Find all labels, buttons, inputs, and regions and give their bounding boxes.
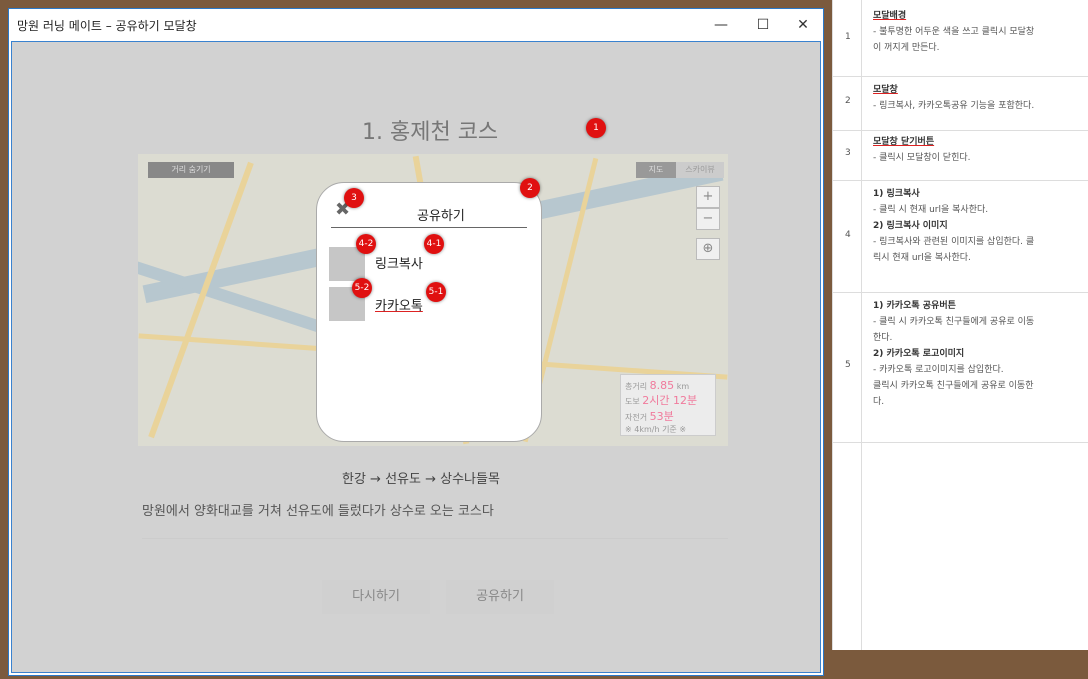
annotation-badge: 4-1 bbox=[424, 234, 444, 254]
row-line: - 링크복사와 관련된 이미지를 삽입한다. 클 bbox=[873, 237, 1035, 247]
row-title: 1) 링크복사 bbox=[873, 189, 920, 199]
minimize-button[interactable]: — bbox=[709, 15, 733, 35]
row-line: - 불투명한 어두운 색을 쓰고 클릭시 모달창 bbox=[873, 27, 1035, 37]
row-title: 1) 카카오톡 공유버튼 bbox=[873, 301, 956, 311]
annotation-badge: 4-2 bbox=[356, 234, 376, 254]
zoom-out-button[interactable]: − bbox=[696, 208, 720, 230]
modal-title: 공유하기 bbox=[417, 209, 465, 224]
row-number: 4 bbox=[845, 230, 851, 240]
row-line: 다. bbox=[873, 397, 885, 407]
map-type-button[interactable]: 지도 bbox=[636, 162, 676, 178]
row-line: 이 꺼지게 만든다. bbox=[873, 43, 940, 53]
row-line: - 클릭 시 카카오톡 친구들에게 공유로 이동 bbox=[873, 317, 1035, 327]
row-number: 1 bbox=[845, 32, 851, 42]
annotation-badge: 1 bbox=[586, 118, 606, 138]
maximize-button[interactable]: ☐ bbox=[751, 15, 775, 35]
hide-distance-button[interactable]: 거리 숨기기 bbox=[148, 162, 234, 178]
walk-label: 도보 bbox=[625, 397, 640, 406]
course-description: 망원에서 양화대교를 거쳐 선유도에 들렀다가 상수로 오는 코스다 bbox=[142, 504, 494, 519]
share-button[interactable]: 공유하기 bbox=[446, 580, 554, 614]
row-line: - 링크복사, 카카오톡공유 기능을 포함한다. bbox=[873, 101, 1035, 111]
distance-stats: 총거리 8.85 km 도보 2시간 12분 자전거 53분 ※ 4km/h 기… bbox=[620, 374, 716, 436]
stats-note: ※ 4km/h 기준 ※ bbox=[625, 425, 687, 434]
row-line: 클릭시 카카오톡 친구들에게 공유로 이동한 bbox=[873, 381, 1034, 391]
annotation-panel: 1 모달배경 - 불투명한 어두운 색을 쓰고 클릭시 모달창 이 꺼지게 만든… bbox=[832, 0, 1088, 650]
row-number: 5 bbox=[845, 360, 851, 370]
page-area: 1. 홍제천 코스 거리 숨기기 지도 스카이뷰 + − ⊕ 총거리 8.85 … bbox=[11, 41, 821, 673]
panel-row: 1 모달배경 - 불투명한 어두운 색을 쓰고 클릭시 모달창 이 꺼지게 만든… bbox=[833, 0, 1088, 77]
walk-value: 2시간 12분 bbox=[642, 394, 698, 407]
modal-divider bbox=[331, 227, 527, 228]
row-title: 2) 링크복사 이미지 bbox=[873, 221, 948, 231]
app-window: 망원 러닝 메이트 – 공유하기 모달창 — ☐ ✕ 1. 홍제천 코스 거리 … bbox=[8, 8, 824, 676]
panel-row: 2 모달창 - 링크복사, 카카오톡공유 기능을 포함한다. bbox=[833, 76, 1088, 131]
row-number: 3 bbox=[845, 148, 851, 158]
link-copy-button[interactable]: 링크복사 bbox=[375, 253, 423, 272]
zoom-in-button[interactable]: + bbox=[696, 186, 720, 208]
panel-row: 4 1) 링크복사 - 클릭 시 현재 url을 복사한다. 2) 링크복사 이… bbox=[833, 180, 1088, 293]
row-title: 모달배경 bbox=[873, 11, 907, 21]
title-bar: 망원 러닝 메이트 – 공유하기 모달창 — ☐ ✕ bbox=[9, 9, 823, 41]
course-title: 1. 홍제천 코스 bbox=[362, 120, 499, 145]
row-line: 릭시 현재 url을 복사한다. bbox=[873, 253, 971, 263]
bike-label: 자전거 bbox=[625, 413, 648, 422]
retry-button[interactable]: 다시하기 bbox=[322, 580, 430, 614]
locate-button[interactable]: ⊕ bbox=[696, 238, 720, 260]
annotation-badge: 2 bbox=[520, 178, 540, 198]
modal-background[interactable]: 1. 홍제천 코스 거리 숨기기 지도 스카이뷰 + − ⊕ 총거리 8.85 … bbox=[12, 42, 820, 672]
divider bbox=[142, 538, 728, 539]
total-value: 8.85 bbox=[649, 379, 675, 392]
row-line: 한다. bbox=[873, 333, 893, 343]
panel-row: 5 1) 카카오톡 공유버튼 - 클릭 시 카카오톡 친구들에게 공유로 이동 … bbox=[833, 292, 1088, 443]
bike-value: 53분 bbox=[649, 410, 674, 423]
kakao-share-button[interactable]: 카카오톡 bbox=[375, 295, 423, 314]
total-label: 총거리 bbox=[625, 382, 648, 391]
row-title: 모달창 bbox=[873, 85, 898, 95]
annotation-badge: 5-2 bbox=[352, 278, 372, 298]
total-unit: km bbox=[676, 382, 690, 391]
close-window-button[interactable]: ✕ bbox=[791, 15, 815, 35]
window-title: 망원 러닝 메이트 – 공유하기 모달창 bbox=[17, 19, 197, 33]
row-line: - 카카오톡 로고이미지를 삽입한다. bbox=[873, 365, 1004, 375]
row-title: 모달창 닫기버튼 bbox=[873, 137, 935, 147]
route-text: 한강 → 선유도 → 상수나들목 bbox=[342, 472, 500, 487]
row-number: 2 bbox=[845, 96, 851, 106]
share-modal: ✖ 공유하기 링크복사 카카오톡 bbox=[316, 182, 542, 442]
panel-row: 3 모달창 닫기버튼 - 클릭시 모달창이 닫힌다. bbox=[833, 130, 1088, 181]
annotation-badge: 3 bbox=[344, 188, 364, 208]
annotation-badge: 5-1 bbox=[426, 282, 446, 302]
skyview-type-button[interactable]: 스카이뷰 bbox=[676, 162, 724, 178]
row-line: - 클릭 시 현재 url을 복사한다. bbox=[873, 205, 989, 215]
row-line: - 클릭시 모달창이 닫힌다. bbox=[873, 153, 971, 163]
row-title: 2) 카카오톡 로고이미지 bbox=[873, 349, 965, 359]
